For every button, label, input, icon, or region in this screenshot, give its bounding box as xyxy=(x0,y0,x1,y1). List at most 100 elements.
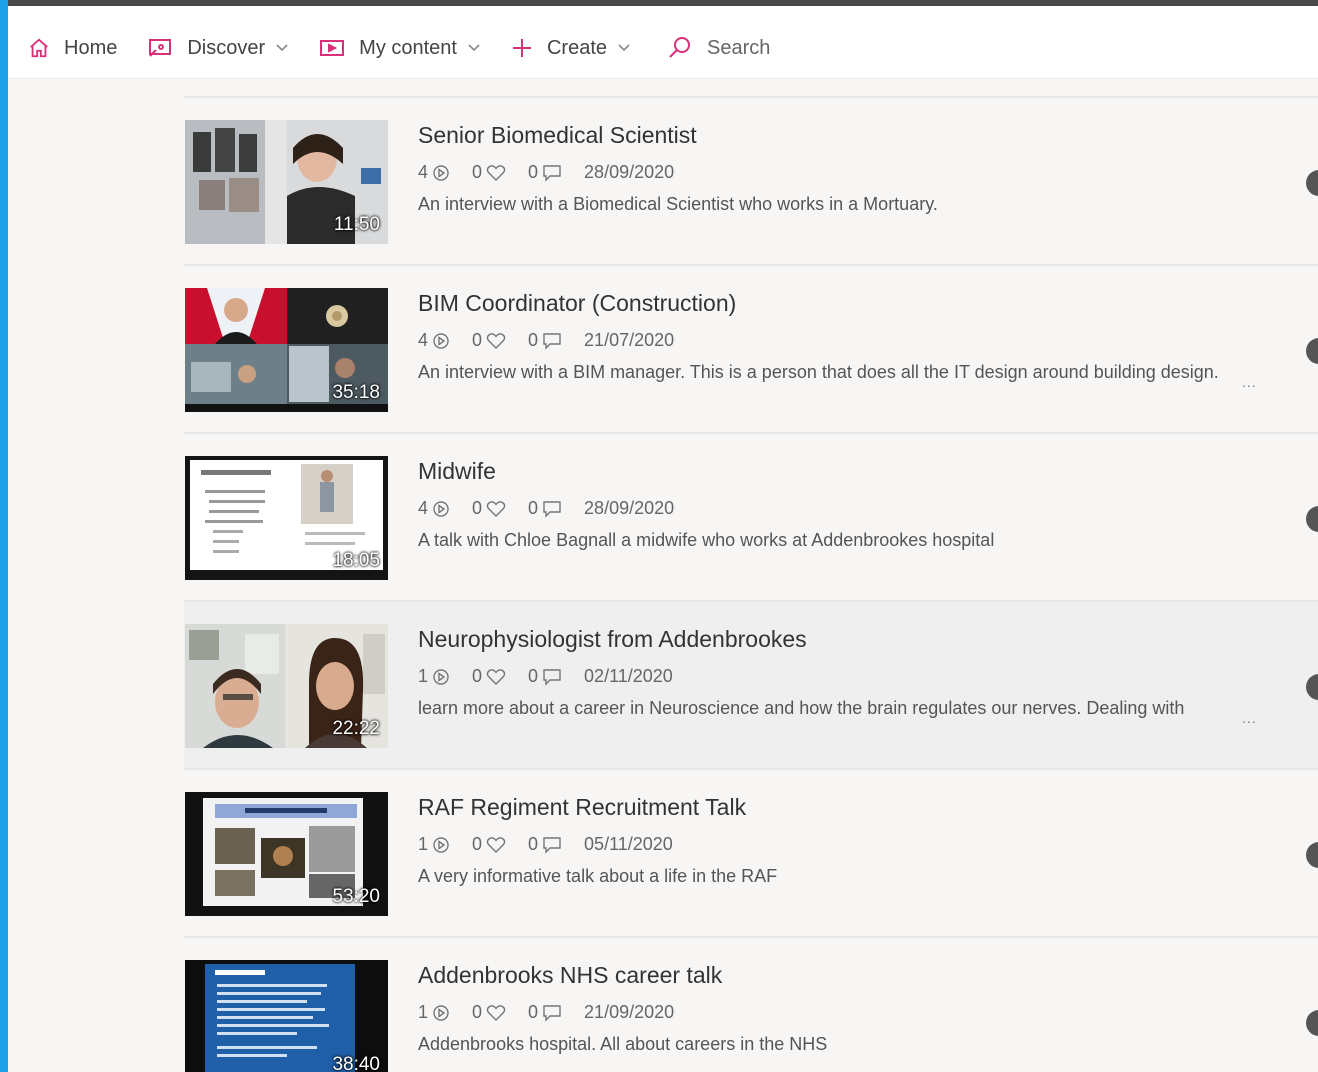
like-count: 0 xyxy=(472,498,506,519)
view-count: 4 xyxy=(418,162,450,183)
app-window: Home Discover My content Create Search 1… xyxy=(8,0,1318,1072)
video-stats: 4 0 0 28/09/2020 xyxy=(418,162,696,183)
comment-icon xyxy=(543,836,561,854)
video-row[interactable]: 35:18 BIM Coordinator (Construction) 4 0… xyxy=(184,266,1318,434)
video-title[interactable]: Senior Biomedical Scientist xyxy=(418,122,697,149)
comment-count: 0 xyxy=(528,834,562,855)
video-duration: 22:22 xyxy=(332,718,380,739)
video-title[interactable]: Neurophysiologist from Addenbrookes xyxy=(418,626,807,653)
comment-icon xyxy=(543,164,561,182)
discover-icon xyxy=(149,39,172,57)
nav-create-label: Create xyxy=(546,36,608,59)
view-count: 1 xyxy=(418,834,450,855)
video-title[interactable]: RAF Regiment Recruitment Talk xyxy=(418,794,746,821)
nav-home-label: Home xyxy=(64,36,118,59)
like-count: 0 xyxy=(472,834,506,855)
video-title[interactable]: Midwife xyxy=(418,458,496,485)
heart-icon xyxy=(486,1004,506,1021)
video-title[interactable]: BIM Coordinator (Construction) xyxy=(418,290,736,317)
view-count: 1 xyxy=(418,1002,450,1023)
video-thumbnail[interactable]: 22:22 xyxy=(185,624,388,748)
play-circle-icon xyxy=(433,836,449,853)
video-row[interactable]: 22:22 Neurophysiologist from Addenbrooke… xyxy=(184,602,1318,770)
search-box[interactable]: Search xyxy=(667,18,770,78)
avatar[interactable] xyxy=(1306,170,1318,196)
search-placeholder: Search xyxy=(707,36,771,59)
title-bar-spacer xyxy=(8,6,1318,18)
video-row[interactable]: 11:50 Senior Biomedical Scientist 4 0 0 … xyxy=(184,98,1318,266)
video-thumbnail[interactable]: 18:05 xyxy=(185,456,388,580)
video-stats: 1 0 0 02/11/2020 xyxy=(418,666,695,687)
comment-count: 0 xyxy=(528,666,562,687)
nav-discover[interactable]: Discover xyxy=(147,18,289,78)
video-title[interactable]: Addenbrooks NHS career talk xyxy=(418,962,722,989)
avatar[interactable] xyxy=(1306,506,1318,532)
video-description: A talk with Chloe Bagnall a midwife who … xyxy=(418,530,995,550)
comment-icon xyxy=(543,332,561,350)
more-button[interactable]: ... xyxy=(1242,710,1257,726)
like-count: 0 xyxy=(472,330,506,351)
video-thumbnail[interactable]: 11:50 xyxy=(185,120,388,244)
nav-home[interactable]: Home xyxy=(28,18,117,78)
comment-count: 0 xyxy=(528,1002,562,1023)
video-stats: 4 0 0 28/09/2020 xyxy=(418,498,696,519)
heart-icon xyxy=(486,836,506,853)
video-list: 11:50 Senior Biomedical Scientist 4 0 0 … xyxy=(184,96,1318,1072)
view-count: 1 xyxy=(418,666,450,687)
comment-count: 0 xyxy=(528,162,562,183)
chevron-down-icon xyxy=(618,44,630,52)
play-circle-icon xyxy=(433,164,449,181)
like-count: 0 xyxy=(472,666,506,687)
nav-discover-label: Discover xyxy=(187,36,266,59)
nav-my-content[interactable]: My content xyxy=(319,18,481,78)
play-circle-icon xyxy=(433,1004,449,1021)
top-navigation: Home Discover My content Create Search xyxy=(8,18,1318,79)
my-content-icon xyxy=(320,40,345,56)
like-count: 0 xyxy=(472,162,506,183)
upload-date: 05/11/2020 xyxy=(584,834,673,854)
comment-icon xyxy=(543,668,561,686)
avatar[interactable] xyxy=(1306,674,1318,700)
video-row[interactable]: 53:20 RAF Regiment Recruitment Talk 1 0 … xyxy=(184,770,1318,938)
video-duration: 35:18 xyxy=(332,382,380,403)
video-duration: 53:20 xyxy=(332,886,380,907)
video-description: A very informative talk about a life in … xyxy=(418,866,778,886)
avatar[interactable] xyxy=(1306,842,1318,868)
heart-icon xyxy=(486,668,506,685)
video-row[interactable]: 18:05 Midwife 4 0 0 28/09/2020 A talk wi… xyxy=(184,434,1318,602)
view-count: 4 xyxy=(418,330,450,351)
upload-date: 28/09/2020 xyxy=(584,498,675,518)
comment-count: 0 xyxy=(528,330,562,351)
heart-icon xyxy=(486,332,506,349)
upload-date: 21/09/2020 xyxy=(584,1002,675,1022)
video-row[interactable]: 38:40 Addenbrooks NHS career talk 1 0 0 … xyxy=(184,938,1318,1072)
more-button[interactable]: ... xyxy=(1242,374,1257,390)
home-icon xyxy=(30,38,48,58)
plus-icon xyxy=(512,39,531,57)
video-description: Addenbrooks hospital. All about careers … xyxy=(418,1034,828,1054)
heart-icon xyxy=(486,500,506,517)
video-duration: 18:05 xyxy=(332,550,380,571)
video-stats: 1 0 0 05/11/2020 xyxy=(418,834,695,855)
upload-date: 21/07/2020 xyxy=(584,330,675,350)
nav-create[interactable]: Create xyxy=(511,18,631,78)
video-thumbnail[interactable]: 35:18 xyxy=(185,288,388,412)
play-circle-icon xyxy=(433,668,449,685)
video-description: learn more about a career in Neuroscienc… xyxy=(418,698,1185,718)
chevron-down-icon xyxy=(276,44,288,52)
upload-date: 02/11/2020 xyxy=(584,666,673,686)
comment-icon xyxy=(543,500,561,518)
video-thumbnail[interactable]: 53:20 xyxy=(185,792,388,916)
play-circle-icon xyxy=(433,332,449,349)
video-stats: 4 0 0 21/07/2020 xyxy=(418,330,696,351)
video-thumbnail[interactable]: 38:40 xyxy=(185,960,388,1072)
nav-my-content-label: My content xyxy=(359,36,457,59)
video-duration: 11:50 xyxy=(333,214,380,235)
heart-icon xyxy=(486,164,506,181)
avatar[interactable] xyxy=(1306,338,1318,364)
video-description: An interview with a Biomedical Scientist… xyxy=(418,194,938,214)
avatar[interactable] xyxy=(1306,1010,1318,1036)
like-count: 0 xyxy=(472,1002,506,1023)
video-duration: 38:40 xyxy=(332,1054,380,1072)
chevron-down-icon xyxy=(468,44,480,52)
